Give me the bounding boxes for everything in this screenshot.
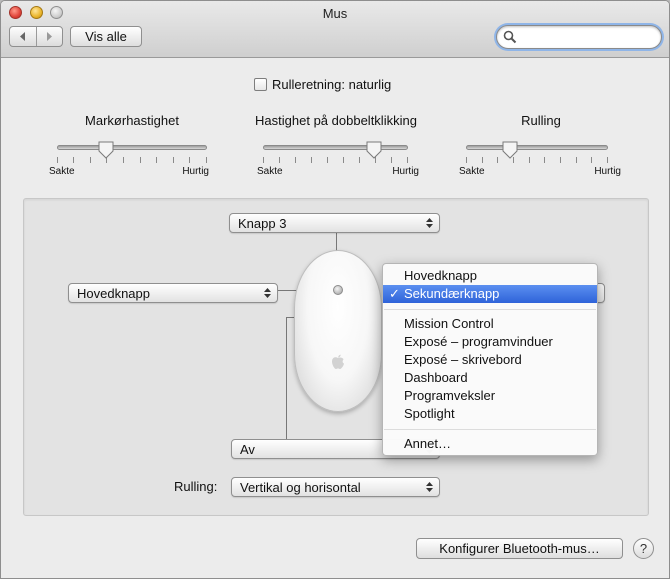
menu-item-app-switcher[interactable]: Programveksler [383,387,597,405]
menu-item-label: Hovedknapp [404,268,477,283]
scrolling-speed-max-label: Hurtig [594,166,621,177]
titlebar: Mus Vis alle [1,1,669,58]
apple-logo-icon [332,354,344,369]
menu-item-expose-desktop[interactable]: Exposé – skrivebord [383,351,597,369]
scrolling-value: Vertikal og horisontal [240,479,361,495]
back-button[interactable] [10,27,36,46]
window-title: Mus [322,6,348,21]
scrolling-label: Rulling: [174,479,218,494]
left-button-value: Hovedknapp [77,285,150,301]
chevron-right-icon [47,32,53,41]
scrolling-speed-ticks [466,157,608,163]
popup-arrows-icon [264,288,271,298]
double-click-speed-ticks [263,157,408,163]
menu-item-secondary[interactable]: ✓ Sekundærknapp [383,285,597,303]
scroll-ball [333,285,343,295]
menu-item-label: Annet… [404,436,451,451]
chevron-left-icon [19,32,25,41]
scrolling-speed-thumb[interactable] [502,141,518,159]
double-click-speed-title: Hastighet på dobbeltklikking [255,113,417,128]
popup-arrows-icon [426,218,433,228]
tracking-speed-track[interactable] [57,145,207,150]
popup-arrows-icon [426,482,433,492]
tracking-speed-ticks [57,157,207,163]
tracking-speed-title: Markørhastighet [85,113,179,128]
left-button-popup[interactable]: Hovedknapp [68,283,278,303]
scroll-direction-label: Rulleretning: naturlig [272,77,392,92]
double-click-speed-track[interactable] [263,145,408,150]
search-icon [503,30,517,44]
connector-bottom [286,317,287,439]
forward-button[interactable] [35,27,63,46]
tracking-speed-max-label: Hurtig [182,166,209,177]
show-all-button[interactable]: Vis alle [70,26,142,47]
menu-item-label: Exposé – skrivebord [404,352,522,367]
top-button-popup[interactable]: Knapp 3 [229,213,440,233]
double-click-speed-thumb[interactable] [366,141,382,159]
double-click-speed-max-label: Hurtig [392,166,419,177]
scrolling-speed-min-label: Sakte [459,166,485,177]
menu-item-expose-app-windows[interactable]: Exposé – programvinduer [383,333,597,351]
scroll-direction-checkbox[interactable] [254,78,267,91]
checkmark-icon: ✓ [389,286,400,301]
double-click-speed-min-label: Sakte [257,166,283,177]
tracking-speed-thumb[interactable] [98,141,114,159]
bottom-button-value: Av [240,441,255,457]
menu-item-label: Programveksler [404,388,496,403]
preferences-window: Mus Vis alle Rulleretning: naturlig Mark… [0,0,670,579]
mouse-illustration [294,250,382,412]
search-field[interactable] [496,25,662,49]
tracking-speed-min-label: Sakte [49,166,75,177]
back-forward-control [9,26,63,47]
menu-separator [384,429,596,430]
menu-item-label: Spotlight [404,406,455,421]
menu-item-other[interactable]: Annet… [383,435,597,453]
search-input[interactable] [519,29,655,45]
menu-separator [384,309,596,310]
button-action-menu: Hovedknapp ✓ Sekundærknapp Mission Contr… [382,263,598,456]
top-button-value: Knapp 3 [238,215,287,231]
menu-item-label: Exposé – programvinduer [404,334,553,349]
scrolling-popup[interactable]: Vertikal og horisontal [231,477,440,497]
menu-item-mission-control[interactable]: Mission Control [383,315,597,333]
menu-item-dashboard[interactable]: Dashboard [383,369,597,387]
menu-item-label: Mission Control [404,316,494,331]
scrolling-speed-title: Rulling [521,113,561,128]
scrolling-speed-track[interactable] [466,145,608,150]
menu-item-label: Sekundærknapp [404,286,500,301]
menu-item-primary[interactable]: Hovedknapp [383,267,597,285]
menu-item-label: Dashboard [404,370,468,385]
menu-item-spotlight[interactable]: Spotlight [383,405,597,423]
scroll-direction-option[interactable]: Rulleretning: naturlig [254,77,391,92]
configure-bluetooth-mouse-button[interactable]: Konfigurer Bluetooth-mus… [416,538,623,559]
help-button[interactable]: ? [633,538,654,559]
